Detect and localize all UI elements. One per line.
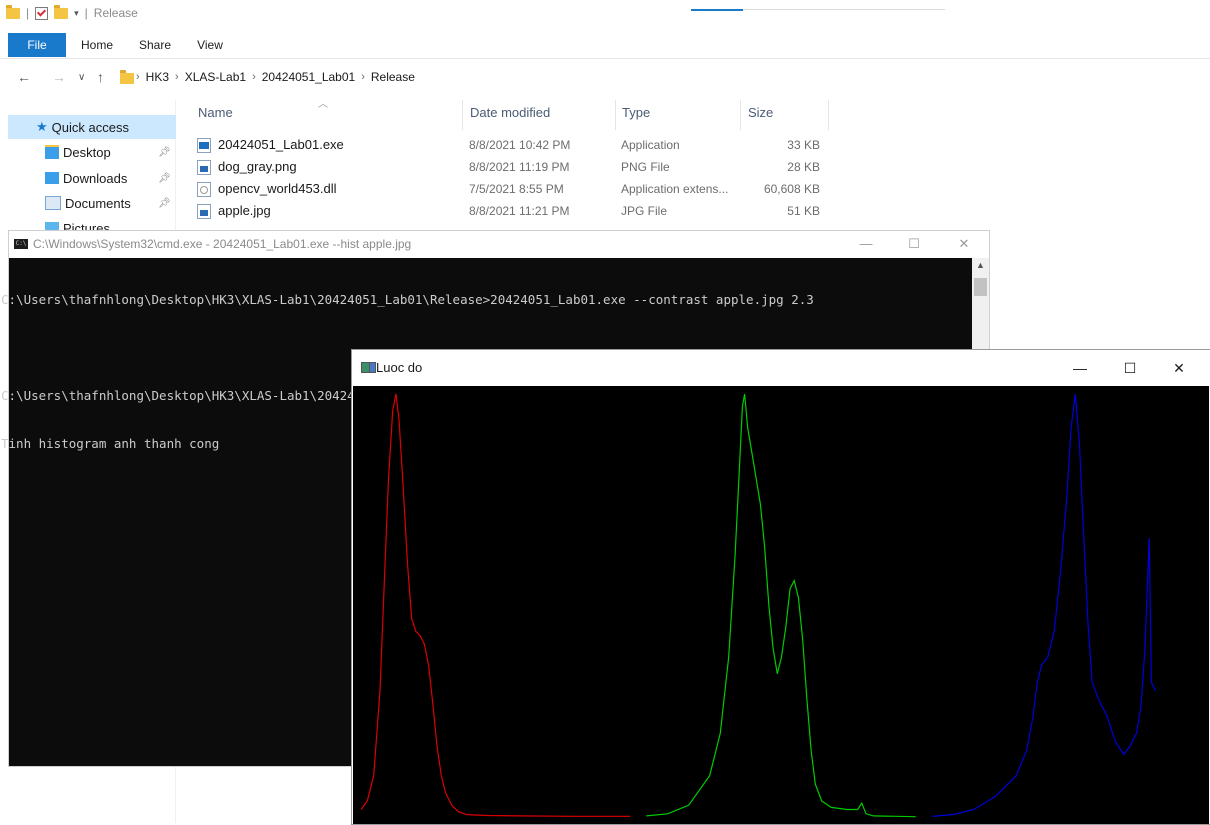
- column-header-type[interactable]: Type: [622, 105, 650, 120]
- file-row[interactable]: opencv_world453.dll 7/5/2021 8:55 PM App…: [190, 178, 830, 200]
- pin-icon[interactable]: 📌︎: [158, 147, 171, 158]
- histogram-canvas: [353, 386, 1209, 824]
- cmd-line: C:\Users\thafnhlong\Desktop\HK3\XLAS-Lab…: [1, 292, 814, 307]
- pin-icon[interactable]: 📌︎: [158, 198, 171, 209]
- window-title: Release: [93, 6, 138, 20]
- tab-file[interactable]: File: [8, 33, 66, 57]
- tab-view[interactable]: View: [194, 33, 226, 57]
- column-header-size[interactable]: Size: [748, 105, 773, 120]
- nav-downloads[interactable]: Downloads 📌︎: [0, 166, 175, 190]
- breadcrumb-hk3[interactable]: HK3: [146, 70, 169, 84]
- maximize-button[interactable]: ☐: [1110, 358, 1150, 378]
- nav-documents[interactable]: Documents 📌︎: [0, 191, 175, 215]
- file-row[interactable]: dog_gray.png 8/8/2021 11:19 PM PNG File …: [190, 156, 830, 178]
- histogram-titlebar: Luoc do — ☐ ✕: [352, 350, 1210, 386]
- image-file-icon: [197, 204, 211, 219]
- cmd-close-button[interactable]: ✕: [949, 234, 979, 254]
- scrollbar-thumb[interactable]: [974, 278, 987, 296]
- column-header-name[interactable]: Name: [198, 105, 233, 120]
- close-button[interactable]: ✕: [1159, 358, 1199, 378]
- folder-icon[interactable]: [6, 4, 20, 19]
- histogram-series-line-0: [360, 393, 631, 817]
- downloads-folder-icon: [45, 172, 59, 184]
- file-row[interactable]: apple.jpg 8/8/2021 11:21 PM JPG File 51 …: [190, 200, 830, 222]
- histogram-series-line-1: [646, 393, 916, 818]
- customize-dropdown-icon[interactable]: ▾: [74, 8, 79, 19]
- pin-icon[interactable]: 📌︎: [158, 173, 171, 184]
- explorer-titlebar: | ▾ | Release: [0, 0, 1210, 32]
- histogram-title: Luoc do: [376, 360, 423, 375]
- cmd-title: C:\Windows\System32\cmd.exe - 20424051_L…: [33, 237, 412, 251]
- nav-desktop[interactable]: Desktop 📌︎: [0, 140, 175, 164]
- star-icon: ★: [36, 119, 48, 134]
- cmd-minimize-button[interactable]: —: [851, 234, 881, 254]
- back-arrow-icon[interactable]: ←: [17, 69, 31, 85]
- dll-file-icon: [197, 182, 211, 197]
- histogram-window: Luoc do — ☐ ✕: [351, 349, 1210, 825]
- minimize-button[interactable]: —: [1060, 358, 1100, 378]
- new-folder-icon[interactable]: [54, 4, 69, 19]
- properties-check-icon[interactable]: [35, 6, 49, 20]
- breadcrumb-release[interactable]: Release: [371, 70, 415, 84]
- tab-share[interactable]: Share: [139, 33, 171, 57]
- breadcrumb-xlas-lab1[interactable]: XLAS-Lab1: [185, 70, 246, 84]
- file-row[interactable]: 20424051_Lab01.exe 8/8/2021 10:42 PM App…: [190, 134, 830, 156]
- scroll-up-icon[interactable]: ▲: [976, 260, 985, 270]
- nav-quick-access[interactable]: ★ Quick access: [8, 115, 176, 139]
- forward-arrow-icon[interactable]: →: [52, 69, 66, 85]
- ribbon-tabs: File Home Share View: [0, 33, 1210, 57]
- exe-file-icon: [197, 138, 211, 153]
- breadcrumb: › HK3 › XLAS-Lab1 › 20424051_Lab01 › Rel…: [136, 70, 415, 84]
- histogram-chart: [360, 393, 1157, 818]
- column-header-date[interactable]: Date modified: [470, 105, 550, 120]
- breadcrumb-lab01[interactable]: 20424051_Lab01: [262, 70, 355, 84]
- cmd-titlebar: C:\ C:\Windows\System32\cmd.exe - 204240…: [9, 231, 989, 258]
- up-arrow-icon[interactable]: ↑: [97, 69, 104, 85]
- address-bar: ← → ∨ ↑ › HK3 › XLAS-Lab1 › 20424051_Lab…: [0, 66, 1210, 90]
- tab-home[interactable]: Home: [79, 33, 115, 57]
- address-folder-icon: [120, 70, 134, 84]
- histogram-series-line-2: [931, 393, 1157, 817]
- cmd-maximize-button[interactable]: ☐: [899, 234, 929, 254]
- recent-dropdown-icon[interactable]: ∨: [78, 72, 85, 83]
- sort-ascending-icon: ︿: [318, 99, 328, 110]
- desktop-folder-icon: [45, 145, 59, 159]
- documents-folder-icon: [45, 196, 61, 210]
- image-file-icon: [197, 160, 211, 175]
- quick-access-toolbar: | ▾ | Release: [6, 4, 138, 20]
- cmd-icon: C:\: [14, 239, 28, 249]
